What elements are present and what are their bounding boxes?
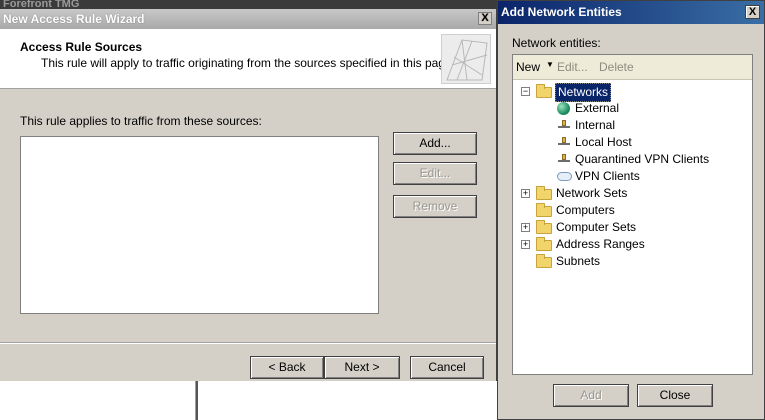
collapse-icon[interactable]: − [521, 87, 530, 96]
folder-icon [536, 220, 552, 234]
dialog-titlebar[interactable]: Add Network Entities X [498, 1, 764, 24]
dialog-title: Add Network Entities [501, 5, 622, 19]
entities-toolbar: New ▼ Edit... Delete [513, 55, 752, 80]
tree-node-label: External [575, 101, 620, 115]
delete-entity-button[interactable]: Delete [599, 60, 634, 74]
folder-icon [536, 237, 552, 251]
wizard-close-button[interactable]: X [478, 12, 492, 25]
network-entities-panel: New ▼ Edit... Delete − Networks External… [512, 54, 753, 375]
tree-node-label: VPN Clients [575, 169, 640, 183]
cancel-button[interactable]: Cancel [410, 356, 484, 379]
tree-node-label: Subnets [556, 254, 601, 268]
next-button[interactable]: Next > [324, 356, 400, 379]
wizard-footer-divider [0, 342, 496, 344]
wizard-graphic-icon [441, 34, 491, 84]
network-icon [557, 154, 571, 164]
new-menu-button[interactable]: New [516, 60, 540, 74]
access-rule-wizard-window: New Access Rule Wizard X Access Rule Sou… [0, 9, 497, 381]
add-entity-button[interactable]: Add [553, 384, 629, 407]
network-icon [557, 120, 571, 130]
folder-icon [536, 254, 552, 268]
tree-node-label: Local Host [575, 135, 632, 149]
tree-node-label: Internal [575, 118, 616, 132]
dialog-close-icon[interactable]: X [745, 5, 760, 19]
wizard-title: New Access Rule Wizard [3, 12, 145, 26]
sources-list[interactable] [20, 136, 379, 314]
tree-node-label: Address Ranges [556, 237, 645, 251]
new-dropdown-arrow-icon[interactable]: ▼ [546, 60, 554, 69]
wizard-header: Access Rule Sources This rule will apply… [0, 29, 496, 89]
tree-node-label: Quarantined VPN Clients [575, 152, 710, 166]
expand-icon[interactable]: + [521, 189, 530, 198]
background-panel-mid [196, 380, 500, 420]
wizard-titlebar[interactable]: New Access Rule Wizard X [0, 9, 496, 29]
globe-icon [557, 102, 570, 115]
add-source-button[interactable]: Add... [393, 132, 477, 155]
folder-icon [536, 186, 552, 200]
tree-node-label: Computer Sets [556, 220, 637, 234]
remove-source-button[interactable]: Remove [393, 195, 477, 218]
wizard-page-title: Access Rule Sources [20, 40, 143, 54]
cloud-icon [557, 172, 572, 181]
sources-label: This rule applies to traffic from these … [20, 114, 262, 128]
expand-icon[interactable]: + [521, 223, 530, 232]
tree-node-label: Computers [556, 203, 615, 217]
edit-entity-button[interactable]: Edit... [557, 60, 588, 74]
back-button[interactable]: < Back [250, 356, 324, 379]
wizard-page-description: This rule will apply to traffic originat… [41, 56, 455, 70]
folder-open-icon [536, 84, 552, 98]
background-panel-left [0, 380, 196, 420]
close-dialog-button[interactable]: Close [637, 384, 713, 407]
tree-node-label: Network Sets [556, 186, 628, 200]
edit-source-button[interactable]: Edit... [393, 162, 477, 185]
network-entities-label: Network entities: [512, 36, 601, 50]
folder-icon [536, 203, 552, 217]
add-network-entities-dialog: Add Network Entities X Network entities:… [497, 0, 765, 420]
network-icon [557, 137, 571, 147]
expand-icon[interactable]: + [521, 240, 530, 249]
